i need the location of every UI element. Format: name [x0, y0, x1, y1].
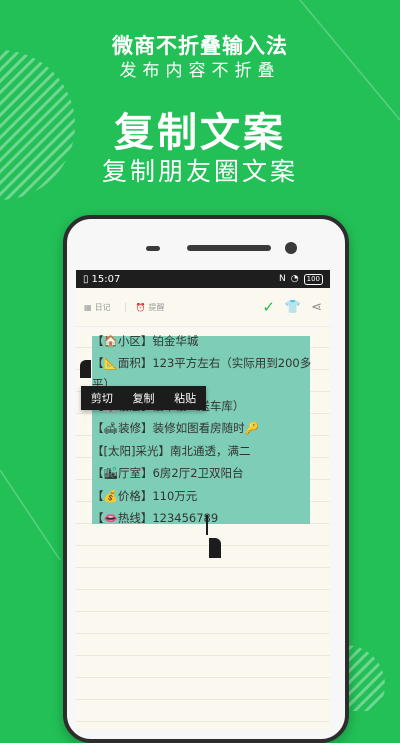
- toolbar-divider: [124, 302, 126, 312]
- phone-speaker: [187, 245, 271, 251]
- note-row: 【🏠小区】铂金华城: [92, 334, 199, 348]
- alarm-icon: ⏰: [135, 302, 146, 312]
- phone-mockup: ▯ 15:07 N ◔ 100 ▦ 日记 ⏰ 提醒 ✓ 👕 ⋖ 【🏠小区】铂金华…: [63, 215, 349, 743]
- phone-camera: [285, 242, 297, 254]
- promo-headline: 复制文案: [114, 110, 286, 156]
- copy-menu-item[interactable]: 复制: [132, 390, 154, 406]
- note-content[interactable]: 【🏠小区】铂金华城 【📐面积】123平方左右（实际用到200多平） 【🏢楼层】楼…: [92, 330, 314, 530]
- battery-icon: 100: [303, 273, 323, 285]
- house-icon: 🏠: [103, 334, 118, 348]
- paste-menu-item[interactable]: 粘贴: [174, 390, 196, 406]
- check-icon[interactable]: ✓: [262, 298, 275, 316]
- diary-label: 日记: [94, 302, 111, 312]
- sim-icon: ▯: [83, 273, 89, 285]
- diary-button[interactable]: ▦ 日记: [84, 302, 111, 313]
- note-toolbar: ▦ 日记 ⏰ 提醒 ✓ 👕 ⋖: [76, 288, 330, 327]
- calendar-icon: ▦: [84, 302, 92, 312]
- promo-tagline: 复制朋友圈文案: [101, 157, 298, 186]
- note-row: 【🏙厅室】6房2厅2卫双阳台: [92, 466, 244, 480]
- ruler-icon: 📐: [103, 355, 118, 370]
- status-time: 15:07: [91, 273, 121, 285]
- phone-sensor: [146, 246, 160, 251]
- promo-subtitle: 发布内容不折叠: [119, 61, 281, 81]
- note-row: 【[太阳]采光】南北通透，满二: [92, 443, 251, 458]
- cityscape-icon: 🏙: [103, 466, 119, 480]
- cut-menu-item[interactable]: 剪切: [91, 390, 113, 406]
- reminder-label: 提醒: [148, 302, 165, 312]
- selection-start-handle[interactable]: [80, 360, 91, 378]
- reminder-button[interactable]: ⏰ 提醒: [136, 302, 165, 313]
- shirt-icon[interactable]: 👕: [285, 300, 301, 315]
- note-row: 【💰价格】110万元: [92, 488, 198, 503]
- status-bar: ▯ 15:07 N ◔ 100: [76, 270, 330, 288]
- text-context-menu: 剪切 复制 粘贴: [81, 386, 206, 410]
- silent-icon: N: [279, 274, 286, 284]
- selection-end-cursor: [206, 515, 208, 535]
- wifi-icon: ◔: [290, 274, 299, 284]
- lips-icon: 👄: [103, 511, 118, 525]
- phone-screen: ▯ 15:07 N ◔ 100 ▦ 日记 ⏰ 提醒 ✓ 👕 ⋖ 【🏠小区】铂金华…: [76, 270, 330, 730]
- money-bag-icon: 💰: [103, 488, 118, 503]
- note-row: 【🛋装修】装修如图看房随时🔑: [92, 421, 259, 435]
- sofa-icon: 🛋: [103, 421, 119, 435]
- share-icon[interactable]: ⋖: [311, 300, 322, 315]
- note-row: 【👄热线】123456789: [92, 511, 219, 525]
- selection-end-handle[interactable]: [209, 538, 221, 558]
